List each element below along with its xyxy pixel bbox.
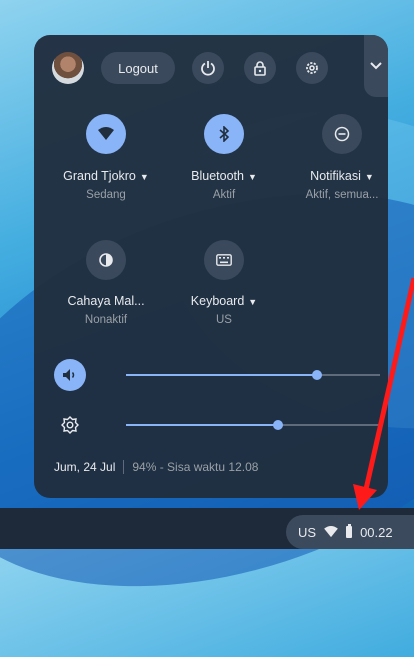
annotation-arrow [353, 277, 414, 510]
